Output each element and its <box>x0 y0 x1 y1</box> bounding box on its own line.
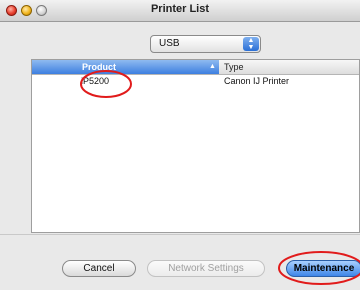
column-header-type[interactable]: Type <box>224 60 244 74</box>
product-cell: iP5200 <box>81 76 110 86</box>
window-title: Printer List <box>150 3 210 15</box>
type-cell: Canon IJ Printer <box>224 76 290 86</box>
connection-type-value: USB <box>159 38 180 49</box>
title-bar: Printer List <box>0 0 360 22</box>
popup-arrows-icon: ▲ ▼ <box>243 37 259 51</box>
maintenance-button[interactable]: Maintenance <box>286 260 360 277</box>
table-row[interactable]: iP5200 Canon IJ Printer <box>32 75 359 87</box>
table-header: Product ▲ Type <box>32 60 359 75</box>
network-settings-button[interactable]: Network Settings <box>147 260 265 277</box>
cancel-button[interactable]: Cancel <box>62 260 136 277</box>
divider <box>0 234 360 235</box>
connection-type-popup[interactable]: USB ▲ ▼ <box>150 35 261 53</box>
sort-ascending-icon: ▲ <box>209 63 216 70</box>
column-header-product[interactable]: Product <box>32 60 219 74</box>
printer-list-window: Printer List USB ▲ ▼ Product ▲ Type iP520… <box>0 0 360 290</box>
printer-table[interactable]: Product ▲ Type iP5200 Canon IJ Printer <box>31 59 360 233</box>
